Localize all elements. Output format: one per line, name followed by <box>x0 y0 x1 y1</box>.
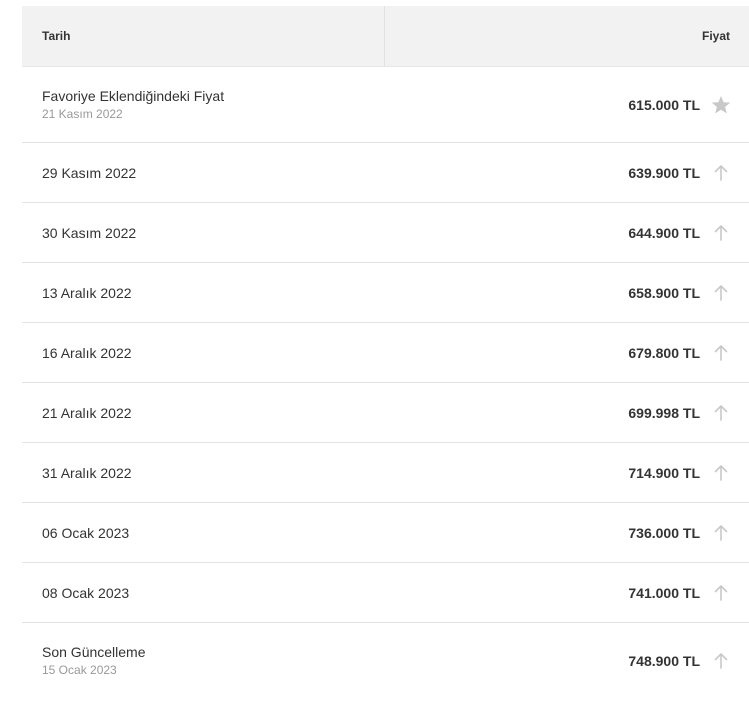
table-row: Son Güncelleme 15 Ocak 2023 748.900 TL <box>22 623 749 698</box>
price-value: 714.900 TL <box>628 464 700 481</box>
price-cell: 741.000 TL <box>628 583 749 603</box>
date-label: 13 Aralık 2022 <box>42 284 132 301</box>
table-row: 06 Ocak 2023 736.000 TL <box>22 503 749 563</box>
arrow-up-icon <box>711 523 731 543</box>
price-cell: 639.900 TL <box>628 163 749 183</box>
date-cell: 06 Ocak 2023 <box>22 525 628 541</box>
price-cell: 736.000 TL <box>628 523 749 543</box>
date-cell: 30 Kasım 2022 <box>22 225 628 241</box>
price-value: 679.800 TL <box>628 344 700 361</box>
table-row: 08 Ocak 2023 741.000 TL <box>22 563 749 623</box>
date-cell: 21 Aralık 2022 <box>22 405 628 421</box>
price-history-table: Tarih Fiyat Favoriye Eklendiğindeki Fiya… <box>22 6 749 698</box>
table-row: 21 Aralık 2022 699.998 TL <box>22 383 749 443</box>
table-row: Favoriye Eklendiğindeki Fiyat 21 Kasım 2… <box>22 67 749 143</box>
date-label: 16 Aralık 2022 <box>42 344 132 361</box>
arrow-up-icon <box>711 343 731 363</box>
column-header-date: Tarih <box>22 6 385 66</box>
table-header: Tarih Fiyat <box>22 6 749 67</box>
price-cell: 658.900 TL <box>628 283 749 303</box>
table-row: 13 Aralık 2022 658.900 TL <box>22 263 749 323</box>
price-value: 741.000 TL <box>628 584 700 601</box>
arrow-up-icon <box>711 283 731 303</box>
price-value: 644.900 TL <box>628 224 700 241</box>
date-cell: Favoriye Eklendiğindeki Fiyat 21 Kasım 2… <box>22 88 628 121</box>
price-cell: 714.900 TL <box>628 463 749 483</box>
date-label: Favoriye Eklendiğindeki Fiyat <box>42 88 225 104</box>
price-value: 658.900 TL <box>628 284 700 301</box>
date-label: 30 Kasım 2022 <box>42 224 137 241</box>
date-cell: Son Güncelleme 15 Ocak 2023 <box>22 644 628 677</box>
date-label: 31 Aralık 2022 <box>42 464 132 481</box>
date-sublabel: 21 Kasım 2022 <box>42 107 123 121</box>
star-icon <box>711 95 731 115</box>
table-row: 30 Kasım 2022 644.900 TL <box>22 203 749 263</box>
price-cell: 644.900 TL <box>628 223 749 243</box>
table-row: 31 Aralık 2022 714.900 TL <box>22 443 749 503</box>
price-value: 748.900 TL <box>628 652 700 669</box>
date-cell: 13 Aralık 2022 <box>22 285 628 301</box>
price-cell: 748.900 TL <box>628 651 749 671</box>
date-cell: 29 Kasım 2022 <box>22 165 628 181</box>
price-value: 736.000 TL <box>628 524 700 541</box>
date-label: Son Güncelleme <box>42 644 146 660</box>
table-row: 16 Aralık 2022 679.800 TL <box>22 323 749 383</box>
date-cell: 16 Aralık 2022 <box>22 345 628 361</box>
price-value: 639.900 TL <box>628 164 700 181</box>
date-cell: 08 Ocak 2023 <box>22 585 628 601</box>
arrow-up-icon <box>711 463 731 483</box>
price-cell: 679.800 TL <box>628 343 749 363</box>
arrow-up-icon <box>711 583 731 603</box>
price-cell: 699.998 TL <box>628 403 749 423</box>
date-label: 08 Ocak 2023 <box>42 584 130 601</box>
column-header-price: Fiyat <box>701 29 730 43</box>
date-label: 29 Kasım 2022 <box>42 164 137 181</box>
date-label: 06 Ocak 2023 <box>42 524 130 541</box>
date-cell: 31 Aralık 2022 <box>22 465 628 481</box>
date-sublabel: 15 Ocak 2023 <box>42 663 117 677</box>
price-cell: 615.000 TL <box>628 95 749 115</box>
arrow-up-icon <box>711 651 731 671</box>
arrow-up-icon <box>711 223 731 243</box>
table-row: 29 Kasım 2022 639.900 TL <box>22 143 749 203</box>
price-value: 699.998 TL <box>628 404 700 421</box>
date-label: 21 Aralık 2022 <box>42 404 132 421</box>
price-value: 615.000 TL <box>628 96 700 113</box>
arrow-up-icon <box>711 403 731 423</box>
arrow-up-icon <box>711 163 731 183</box>
